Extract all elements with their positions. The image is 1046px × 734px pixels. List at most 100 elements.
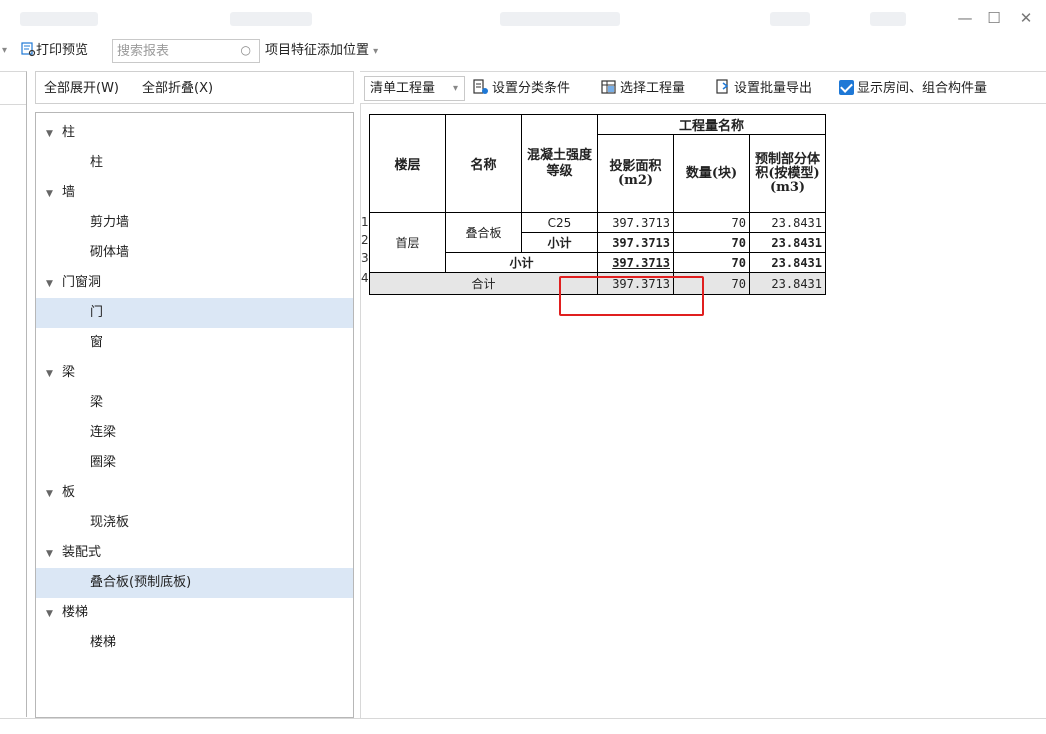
blurred-title — [770, 12, 810, 26]
collapse-arrow-icon[interactable]: ▼ — [46, 119, 62, 149]
collapse-arrow-icon[interactable]: ▼ — [46, 359, 62, 389]
select-quantity-button[interactable]: 选择工程量 — [600, 72, 685, 105]
tree-label: 楼梯 — [90, 635, 117, 650]
tree-label: 叠合板(预制底板) — [90, 575, 192, 590]
cell-volume[interactable]: 23.8431 — [749, 272, 826, 295]
chevron-down-icon: ▾ — [452, 83, 458, 94]
tree-item-window[interactable]: 窗 — [36, 328, 353, 358]
print-preview-button[interactable]: 打印预览 — [20, 36, 88, 66]
cell-subtotal-label[interactable]: 小计 — [445, 252, 598, 273]
tree-item-stair[interactable]: 楼梯 — [36, 628, 353, 658]
tree-item-masonry-wall[interactable]: 砌体墙 — [36, 238, 353, 268]
collapse-arrow-icon[interactable]: ▼ — [46, 599, 62, 629]
minimize-icon[interactable]: — — [955, 8, 975, 28]
blurred-title — [500, 12, 620, 26]
left-panel-strip-header — [0, 72, 26, 105]
cell-volume[interactable]: 23.8431 — [749, 212, 826, 233]
cell-floor[interactable]: 首层 — [369, 212, 446, 273]
export-icon — [716, 79, 729, 94]
cell-name[interactable]: 叠合板 — [445, 212, 522, 253]
collapse-all-button[interactable]: 全部折叠(X) — [142, 72, 213, 105]
expand-all-button[interactable]: 全部展开(W) — [44, 72, 119, 105]
header-concrete-grade: 混凝土强度等级 — [521, 114, 598, 213]
feature-position-dropdown[interactable]: 项目特征添加位置 ▾ — [265, 36, 378, 66]
table-row: 合计 397.3713 70 23.8431 — [369, 272, 826, 295]
tree-label: 现浇板 — [90, 515, 130, 530]
cell-count[interactable]: 70 — [673, 272, 750, 295]
cell-area[interactable]: 397.3713 — [597, 252, 674, 273]
header-count: 数量(块) — [673, 134, 750, 213]
cell-count[interactable]: 70 — [673, 212, 750, 233]
batch-export-label: 设置批量导出 — [734, 81, 813, 96]
close-icon[interactable]: ✕ — [1016, 8, 1036, 28]
blurred-title — [230, 12, 312, 26]
blurred-title — [20, 12, 98, 26]
tree-category-beam[interactable]: ▼ 梁 — [36, 358, 353, 388]
search-input[interactable] — [113, 40, 231, 62]
set-classification-button[interactable]: 设置分类条件 — [472, 72, 570, 105]
tree-item-column[interactable]: 柱 — [36, 148, 353, 178]
report-search: ○ — [112, 39, 260, 63]
tree-label: 圈梁 — [90, 455, 117, 470]
report-toolbar: ▾ 打印预览 ○ 项目特征添加位置 ▾ — [0, 36, 1046, 66]
quantity-type-select[interactable]: 清单工程量 ▾ — [364, 76, 465, 101]
feature-position-label: 项目特征添加位置 — [265, 43, 370, 58]
classification-icon — [473, 79, 488, 94]
collapse-arrow-icon[interactable]: ▼ — [46, 479, 62, 509]
tree-category-openings[interactable]: ▼ 门窗洞 — [36, 268, 353, 298]
tree-label: 梁 — [62, 365, 76, 380]
cell-grade[interactable]: C25 — [521, 212, 598, 233]
tree-label: 梁 — [90, 395, 104, 410]
grid-select-icon — [601, 80, 616, 94]
print-preview-label: 打印预览 — [36, 43, 89, 58]
header-name: 名称 — [445, 114, 522, 213]
cell-total-label[interactable]: 合计 — [369, 272, 598, 295]
tree-label: 楼梯 — [62, 605, 89, 620]
maximize-icon[interactable]: ☐ — [984, 8, 1004, 28]
tree-item-ring-beam[interactable]: 圈梁 — [36, 448, 353, 478]
header-quantity-group: 工程量名称 — [597, 114, 826, 135]
tree-label: 门窗洞 — [62, 275, 102, 290]
tree-item-coupling-beam[interactable]: 连梁 — [36, 418, 353, 448]
select-quantity-label: 选择工程量 — [620, 81, 686, 96]
header-prefab-volume: 预制部分体积(按模型)(m3) — [749, 134, 826, 213]
collapse-arrow-icon[interactable]: ▼ — [46, 539, 62, 569]
collapse-arrow-icon[interactable]: ▼ — [46, 269, 62, 299]
cell-volume[interactable]: 23.8431 — [749, 232, 826, 253]
tree-category-wall[interactable]: ▼ 墙 — [36, 178, 353, 208]
cell-count[interactable]: 70 — [673, 232, 750, 253]
checkbox-checked-icon[interactable] — [839, 80, 854, 95]
tree-item-beam[interactable]: 梁 — [36, 388, 353, 418]
batch-export-button[interactable]: 设置批量导出 — [714, 72, 812, 105]
tree-category-stair[interactable]: ▼ 楼梯 — [36, 598, 353, 628]
header-floor: 楼层 — [369, 114, 446, 213]
cell-area[interactable]: 397.3713 — [597, 212, 674, 233]
title-bar: — ☐ ✕ — [0, 0, 1046, 36]
cell-area[interactable]: 397.3713 — [597, 272, 674, 295]
sheet-toolbar: 清单工程量 ▾ 设置分类条件 选择工程量 设置批量导出 显示房间、组合构件量 — [360, 71, 1046, 104]
tree-label: 砌体墙 — [90, 245, 130, 260]
collapse-arrow-icon[interactable]: ▼ — [46, 179, 62, 209]
tree-item-shear-wall[interactable]: 剪力墙 — [36, 208, 353, 238]
tree-item-cast-slab[interactable]: 现浇板 — [36, 508, 353, 538]
tree-label: 装配式 — [62, 545, 102, 560]
tree-header: 全部展开(W) 全部折叠(X) — [35, 71, 354, 104]
chevron-down-icon[interactable]: ▾ — [2, 36, 7, 66]
search-icon[interactable]: ○ — [241, 43, 251, 57]
print-preview-icon — [21, 42, 36, 57]
component-tree: ▼ 柱 柱 ▼ 墙 剪力墙 砌体墙 ▼ 门窗洞 门 窗 ▼ 梁 梁 连梁 圈梁 ▼ 板 现… — [35, 112, 354, 718]
header-concrete-grade-text: 混凝土强度等级 — [526, 147, 592, 179]
blurred-title — [870, 12, 906, 26]
cell-area[interactable]: 397.3713 — [597, 232, 674, 253]
tree-item-composite-slab[interactable]: 叠合板(预制底板) — [36, 568, 353, 598]
show-rooms-checkbox[interactable]: 显示房间、组合构件量 — [839, 72, 987, 105]
tree-category-column[interactable]: ▼ 柱 — [36, 118, 353, 148]
tree-item-door[interactable]: 门 — [36, 298, 353, 328]
tree-label: 门 — [90, 305, 104, 320]
cell-subtotal-label[interactable]: 小计 — [521, 232, 598, 253]
cell-volume[interactable]: 23.8431 — [749, 252, 826, 273]
tree-category-prefab[interactable]: ▼ 装配式 — [36, 538, 353, 568]
left-panel-strip — [0, 71, 27, 717]
tree-category-slab[interactable]: ▼ 板 — [36, 478, 353, 508]
cell-count[interactable]: 70 — [673, 252, 750, 273]
